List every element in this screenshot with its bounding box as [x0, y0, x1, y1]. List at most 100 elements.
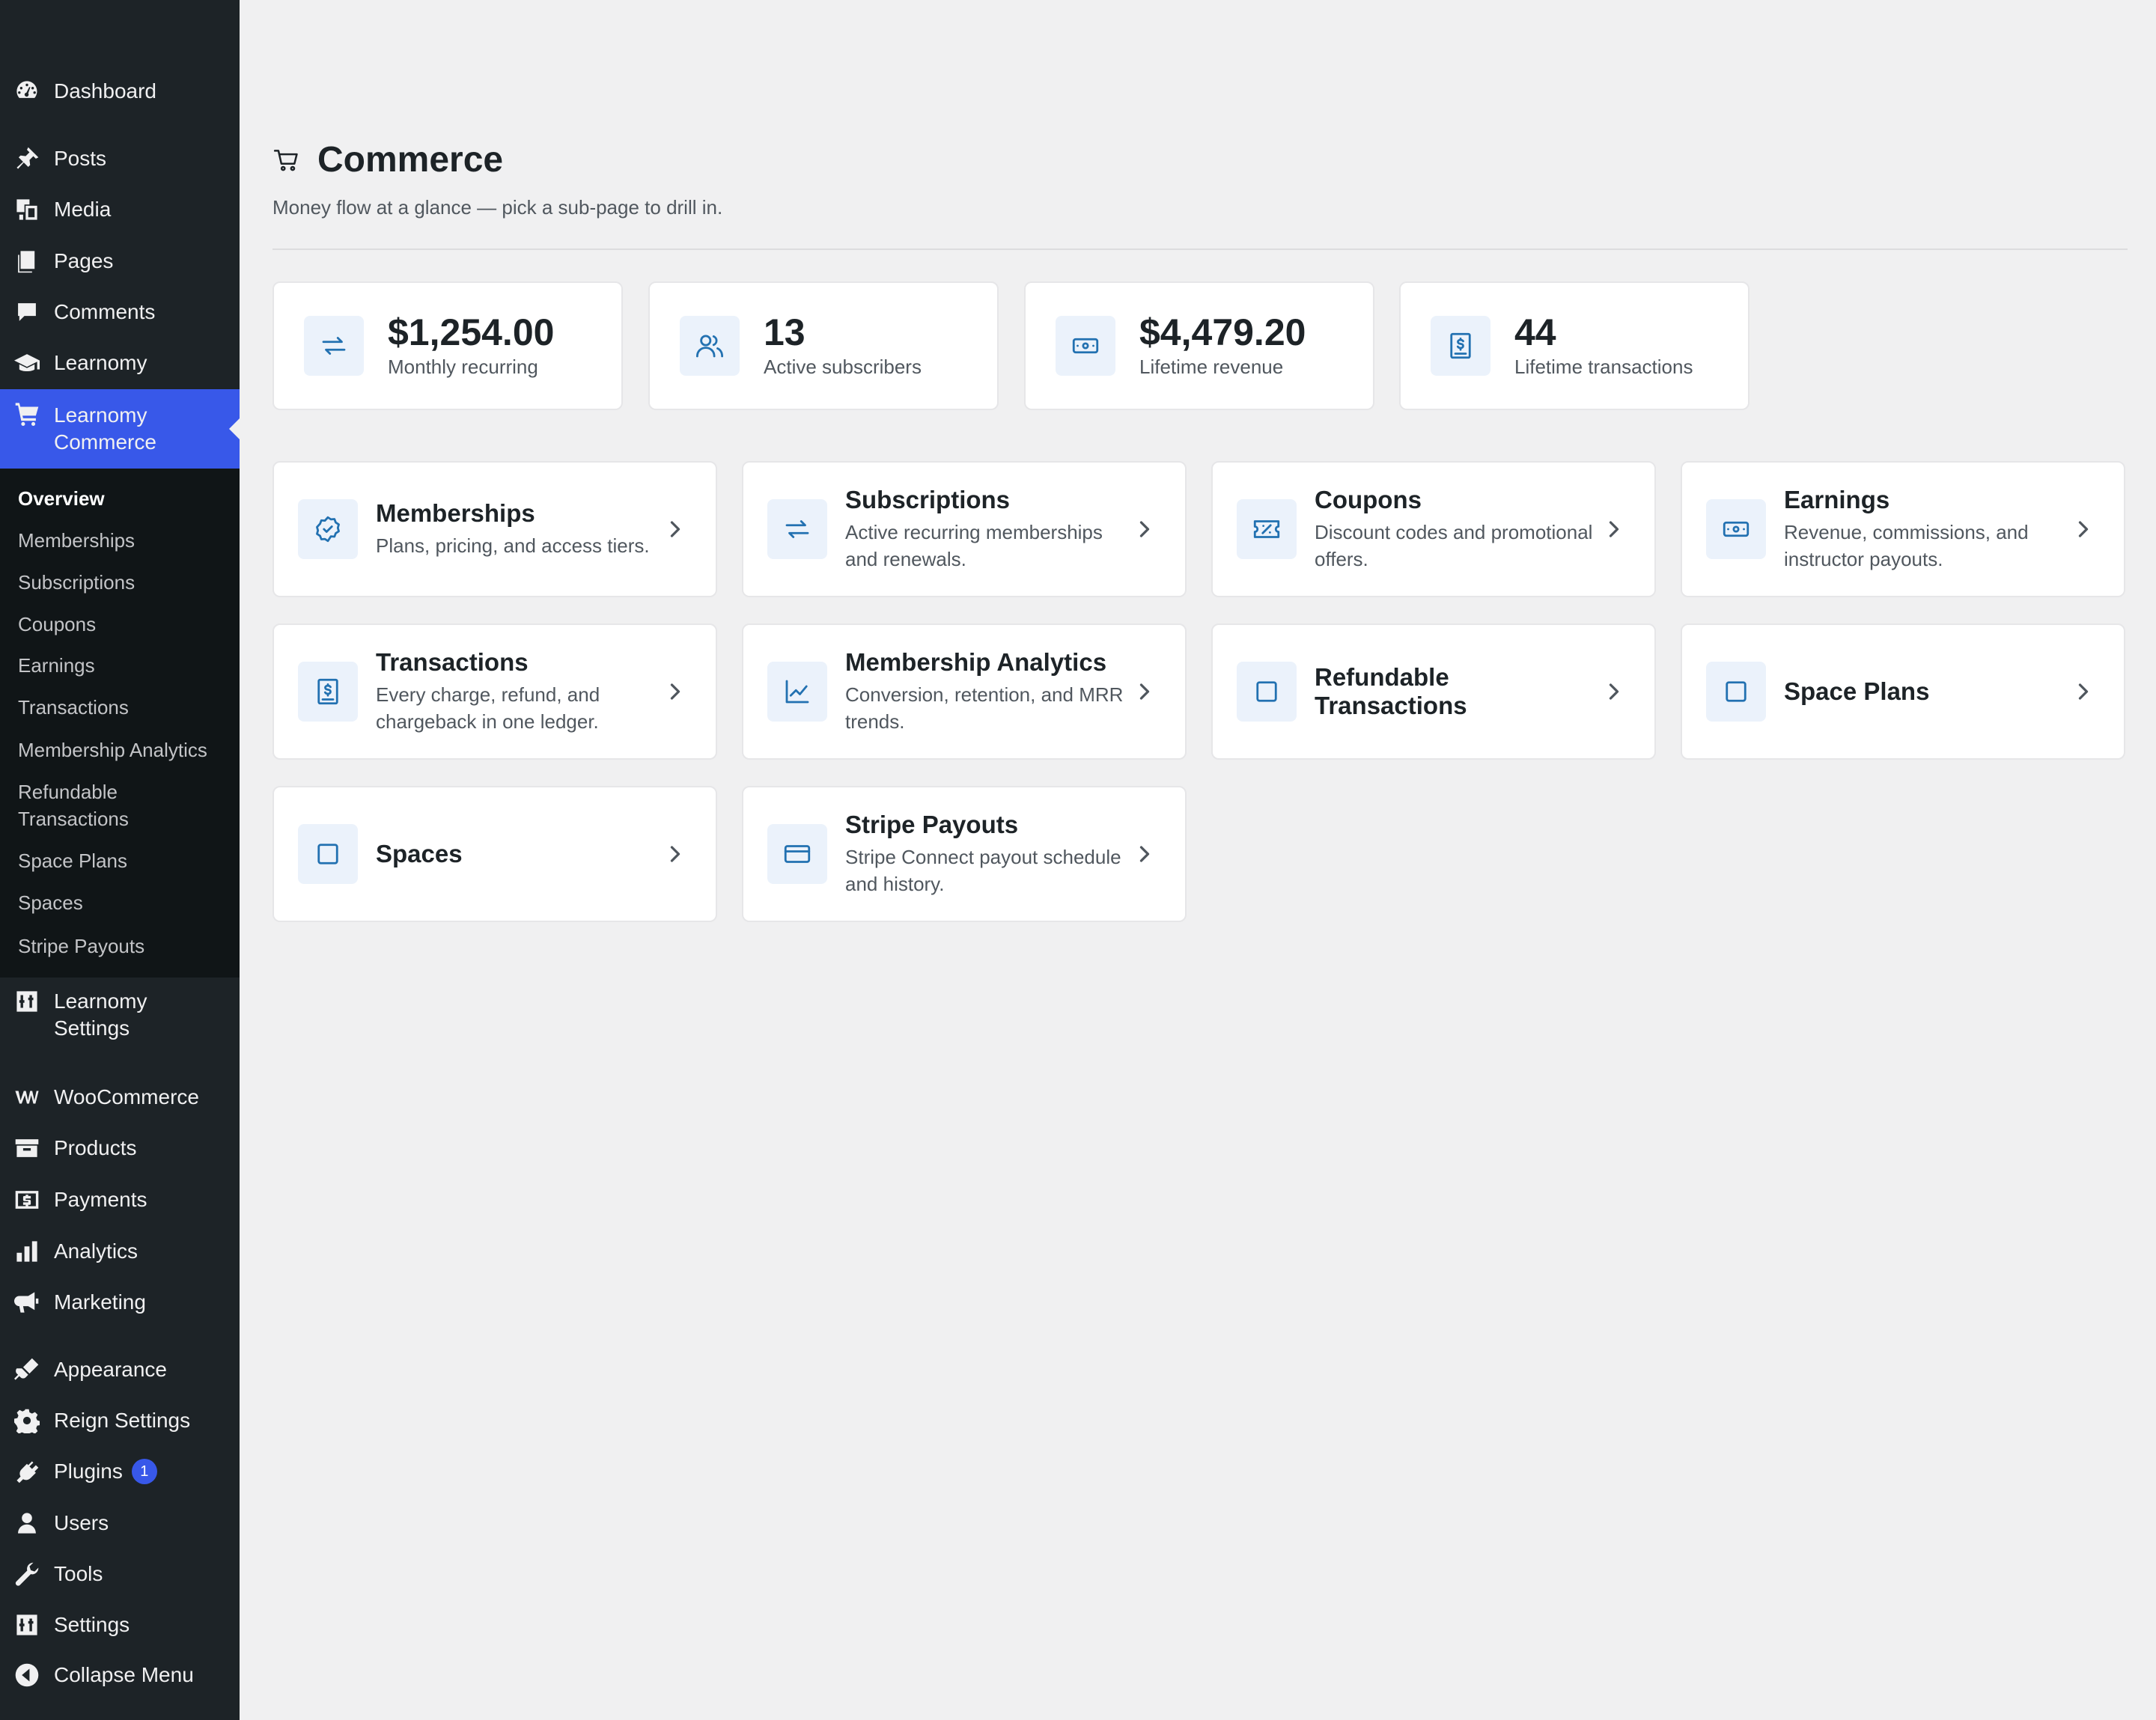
sidebar-item-pages[interactable]: Pages	[0, 248, 240, 275]
sidebar-item-learnomy[interactable]: Learnomy	[0, 350, 240, 376]
card-transactions[interactable]: Transactions Every charge, refund, and c…	[272, 623, 717, 760]
stat-label: Monthly recurring	[388, 356, 538, 378]
wrench-icon	[13, 1561, 40, 1588]
repeat-icon	[767, 499, 827, 559]
card-description: Every charge, refund, and chargeback in …	[376, 683, 600, 733]
sidebar-item-users[interactable]: Users	[0, 1510, 240, 1537]
stat-label: Lifetime transactions	[1514, 356, 1693, 378]
plug-icon	[13, 1458, 40, 1485]
sidebar-item-settings[interactable]: Settings	[0, 1611, 240, 1638]
card-title: Space Plans	[1784, 677, 1930, 705]
chevron-right-icon	[1601, 678, 1627, 705]
stat-label: Lifetime revenue	[1139, 356, 1284, 378]
graduation-cap-icon	[13, 350, 40, 376]
media-icon	[13, 196, 40, 223]
card-title: Transactions	[376, 648, 529, 676]
card-coupons[interactable]: Coupons Discount codes and promotional o…	[1211, 461, 1656, 597]
stat-card-lifetime-revenue: $4,479.20 Lifetime revenue	[1024, 281, 1374, 410]
chevron-right-icon	[1601, 516, 1627, 543]
dollar-icon	[13, 1186, 40, 1213]
card-earnings[interactable]: Earnings Revenue, commissions, and instr…	[1681, 461, 2125, 597]
sidebar-item-analytics[interactable]: Analytics	[0, 1238, 240, 1265]
submenu-item-subscriptions[interactable]: Subscriptions	[18, 569, 135, 596]
receipt-icon	[1431, 316, 1490, 376]
stat-value: 13	[764, 311, 806, 353]
card-subscriptions[interactable]: Subscriptions Active recurring membershi…	[742, 461, 1187, 597]
credit-card-icon	[767, 824, 827, 884]
chevron-right-icon	[1131, 516, 1158, 543]
card-title: Coupons	[1315, 486, 1422, 513]
page-title: Commerce	[317, 140, 504, 180]
sidebar-item-plugins[interactable]: Plugins 1	[0, 1458, 240, 1485]
chevron-right-icon	[2070, 678, 2097, 705]
card-spaces[interactable]: Spaces	[272, 786, 717, 922]
submenu-item-stripe-payouts[interactable]: Stripe Payouts	[18, 933, 144, 960]
stat-card-lifetime-transactions: 44 Lifetime transactions	[1399, 281, 1750, 410]
money-icon	[1056, 316, 1115, 376]
comments-icon	[13, 299, 40, 326]
sidebar-item-reign-settings[interactable]: Reign Settings	[0, 1407, 240, 1434]
card-description: Discount codes and promotional offers.	[1315, 521, 1593, 570]
sidebar-item-media[interactable]: Media	[0, 196, 240, 223]
bar-chart-icon	[13, 1238, 40, 1265]
main-content: Commerce Money flow at a glance — pick a…	[240, 0, 2156, 1720]
card-refundable-transactions[interactable]: Refundable Transactions	[1211, 623, 1656, 760]
card-title: Subscriptions	[845, 486, 1011, 513]
user-icon	[13, 1510, 40, 1537]
badge-check-icon	[298, 499, 358, 559]
plugins-update-badge: 1	[131, 1459, 157, 1484]
card-description: Active recurring memberships and renewal…	[845, 521, 1103, 570]
card-title: Stripe Payouts	[845, 811, 1019, 838]
sidebar-item-products[interactable]: Products	[0, 1135, 240, 1162]
card-description: Conversion, retention, and MRR trends.	[845, 683, 1124, 733]
sidebar-item-dashboard[interactable]: Dashboard	[0, 78, 240, 105]
settings-sliders-icon	[13, 988, 40, 1015]
brush-icon	[13, 1356, 40, 1383]
stat-value: 44	[1514, 311, 1556, 353]
square-icon	[1237, 662, 1297, 722]
line-chart-icon	[767, 662, 827, 722]
submenu-item-space-plans[interactable]: Space Plans	[18, 847, 127, 874]
megaphone-icon	[13, 1289, 40, 1316]
submenu-item-membership-analytics[interactable]: Membership Analytics	[18, 737, 207, 763]
submenu-item-refundable-transactions[interactable]: Refundable Transactions	[18, 778, 168, 832]
sidebar-item-posts[interactable]: Posts	[0, 145, 240, 172]
stat-value: $1,254.00	[388, 311, 555, 353]
card-membership-analytics[interactable]: Membership Analytics Conversion, retenti…	[742, 623, 1187, 760]
sidebar-item-appearance[interactable]: Appearance	[0, 1356, 240, 1383]
sidebar-item-comments[interactable]: Comments	[0, 299, 240, 326]
settings-sliders-icon	[13, 1611, 40, 1638]
header-divider	[272, 248, 2128, 250]
chevron-right-icon	[2070, 516, 2097, 543]
sidebar-item-learnomy-commerce[interactable]: Learnomy Commerce	[0, 389, 240, 469]
card-title: Refundable Transactions	[1315, 663, 1467, 719]
sidebar-item-woocommerce[interactable]: WooCommerce	[0, 1084, 240, 1111]
page-header: Commerce	[272, 139, 503, 180]
card-description: Plans, pricing, and access tiers.	[376, 534, 650, 557]
submenu-item-spaces[interactable]: Spaces	[18, 889, 83, 916]
card-memberships[interactable]: Memberships Plans, pricing, and access t…	[272, 461, 717, 597]
sidebar-item-tools[interactable]: Tools	[0, 1561, 240, 1588]
sidebar-item-marketing[interactable]: Marketing	[0, 1289, 240, 1316]
chevron-right-icon	[662, 678, 689, 705]
users-icon	[680, 316, 740, 376]
sidebar-item-payments[interactable]: Payments	[0, 1186, 240, 1213]
dashboard-icon	[13, 78, 40, 105]
chevron-right-icon	[1131, 841, 1158, 867]
sidebar-item-learnomy-settings[interactable]: Learnomy Settings	[0, 988, 240, 1043]
submenu-item-memberships[interactable]: Memberships	[18, 527, 135, 554]
card-stripe-payouts[interactable]: Stripe Payouts Stripe Connect payout sch…	[742, 786, 1187, 922]
submenu-item-earnings[interactable]: Earnings	[18, 652, 95, 679]
submenu-item-transactions[interactable]: Transactions	[18, 694, 129, 721]
stat-card-active-subscribers: 13 Active subscribers	[648, 281, 999, 410]
stat-label: Active subscribers	[764, 356, 922, 378]
card-title: Spaces	[376, 840, 463, 867]
submenu-item-coupons[interactable]: Coupons	[18, 611, 96, 638]
sidebar-submenu: Overview Memberships Subscriptions Coupo…	[0, 469, 240, 978]
submenu-item-overview[interactable]: Overview	[18, 485, 105, 512]
stat-value: $4,479.20	[1139, 311, 1306, 353]
card-space-plans[interactable]: Space Plans	[1681, 623, 2125, 760]
money-icon	[1706, 499, 1766, 559]
collapse-menu-button[interactable]: Collapse Menu	[0, 1662, 240, 1689]
page-subtitle: Money flow at a glance — pick a sub-page…	[272, 196, 723, 219]
